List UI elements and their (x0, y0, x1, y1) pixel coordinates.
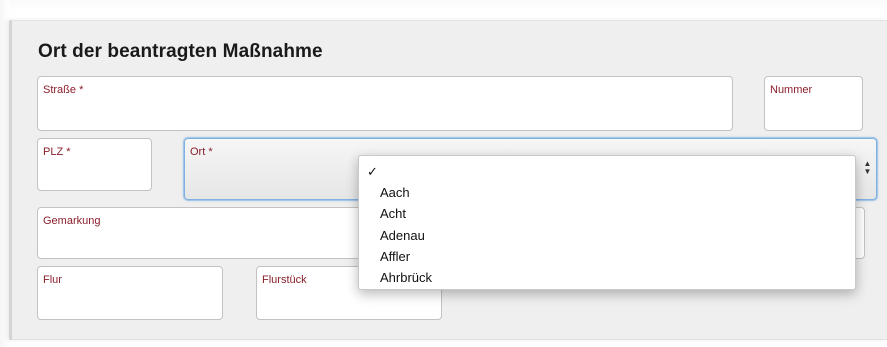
flur-field[interactable]: Flur (37, 266, 223, 320)
city-dropdown-menu: ✓ Aach Acht Adenau Affler Ahrbrück (358, 155, 856, 290)
house-number-field[interactable]: Nummer (764, 76, 863, 131)
up-down-arrows-icon[interactable]: ▲ ▼ (863, 160, 872, 176)
flurstueck-label: Flurstück (262, 274, 307, 286)
city-option[interactable]: Adenau (380, 228, 425, 243)
house-number-label: Nummer (770, 84, 813, 96)
street-label: Straße * (43, 84, 84, 96)
city-option[interactable]: Aach (380, 185, 410, 200)
gemarkung-label: Gemarkung (43, 215, 101, 227)
window-top-edge (0, 0, 887, 12)
page: Ort der beantragten Maßnahme Straße * Nu… (0, 0, 887, 347)
city-option[interactable]: Acht (380, 206, 406, 221)
postal-code-field[interactable]: PLZ * (37, 138, 152, 191)
city-option[interactable]: Affler (380, 249, 410, 264)
flur-label: Flur (43, 274, 62, 286)
postal-code-label: PLZ * (43, 146, 71, 158)
form-title: Ort der beantragten Maßnahme (38, 41, 323, 62)
city-label: Ort * (190, 146, 213, 158)
city-option[interactable]: Ahrbrück (380, 270, 432, 285)
checkmark-icon[interactable]: ✓ (367, 164, 378, 179)
street-field[interactable]: Straße * (37, 76, 733, 131)
